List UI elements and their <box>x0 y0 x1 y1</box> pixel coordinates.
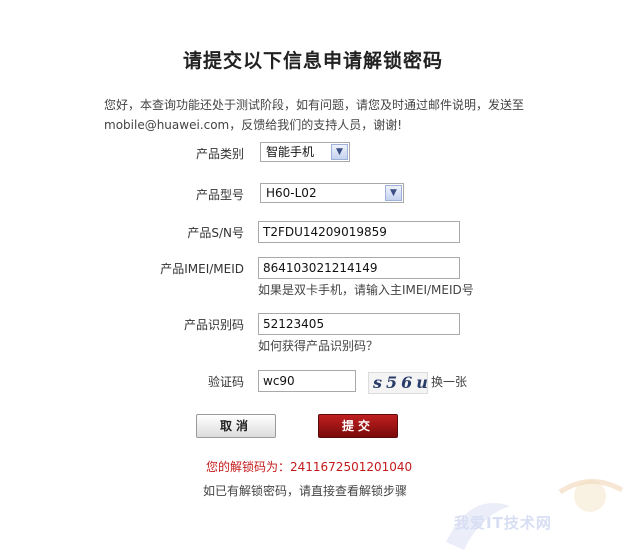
model-value: H60-L02 <box>266 186 317 200</box>
captcha-refresh-link[interactable]: 换一张 <box>431 373 467 390</box>
category-value: 智能手机 <box>266 145 315 159</box>
intro-text: 您好，本查询功能还处于测试阶段，如有问题，请您及时通过邮件说明，发送至mobil… <box>104 98 525 132</box>
captcha-input[interactable]: wc90 <box>258 370 356 392</box>
chevron-down-icon: ▼ <box>385 185 402 201</box>
chevron-down-icon: ▼ <box>331 144 348 160</box>
sn-input[interactable]: T2FDU14209019859 <box>258 221 460 243</box>
product-id-label: 产品识别码 <box>183 318 244 332</box>
already-have-code-text: 如已有解锁密码，请直接查看解锁步骤 <box>203 484 408 498</box>
sn-label: 产品S/N号 <box>187 226 244 240</box>
product-id-input[interactable]: 52123405 <box>258 313 460 335</box>
cancel-button[interactable]: 取消 <box>196 414 276 438</box>
unlock-code-result: 您的解锁码为：2411672501201040 <box>206 460 413 474</box>
imei-input[interactable]: 864103021214149 <box>258 257 460 279</box>
category-label: 产品类别 <box>195 147 244 161</box>
page-title: 请提交以下信息申请解锁密码 <box>182 50 443 72</box>
model-label: 产品型号 <box>195 188 244 202</box>
captcha-image: s56u <box>368 372 428 394</box>
model-select[interactable]: H60-L02 ▼ <box>260 183 404 203</box>
imei-hint: 如果是双卡手机，请输入主IMEI/MEID号 <box>258 283 474 297</box>
site-watermark: 我爱IT技术网 <box>440 472 626 552</box>
imei-label: 产品IMEI/MEID <box>160 262 244 276</box>
submit-button[interactable]: 提交 <box>318 414 398 438</box>
watermark-text: 我爱IT技术网 <box>454 514 552 532</box>
product-id-help-link[interactable]: 如何获得产品识别码？ <box>258 337 378 354</box>
captcha-label: 验证码 <box>207 375 244 389</box>
category-select[interactable]: 智能手机 ▼ <box>260 142 350 162</box>
